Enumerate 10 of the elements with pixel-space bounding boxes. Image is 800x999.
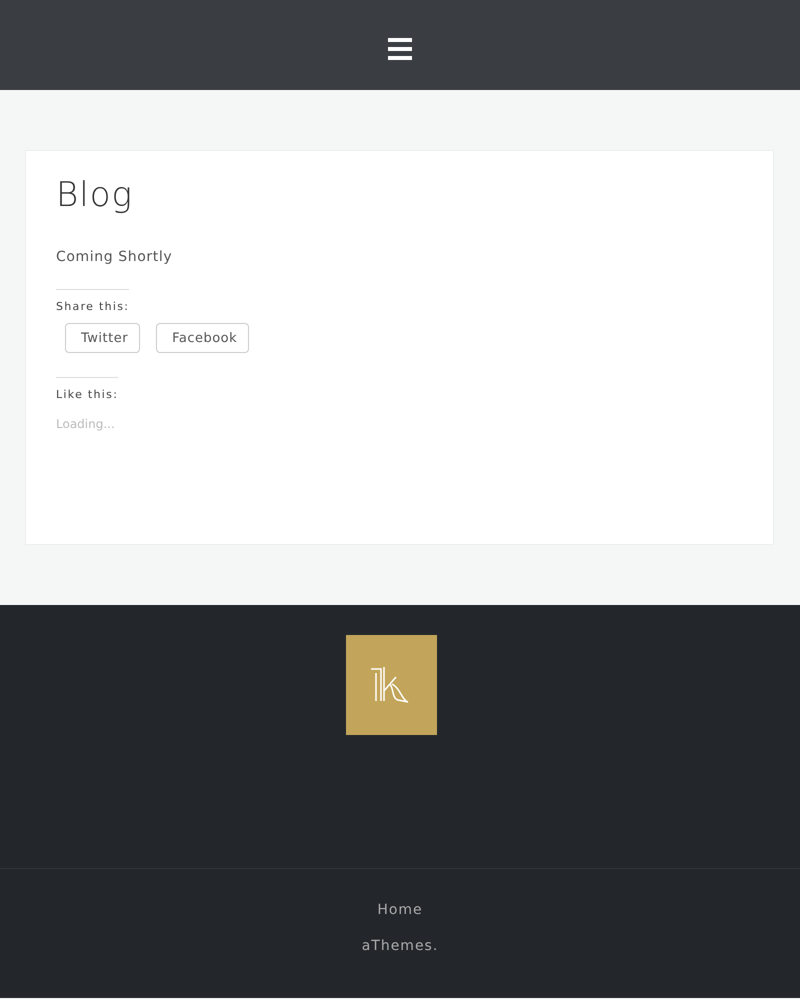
- loading-text: Loading...: [56, 417, 116, 431]
- like-heading: Like this:: [56, 377, 118, 401]
- share-heading: Share this:: [56, 289, 130, 313]
- share-button[interactable]: Twitter: [65, 323, 140, 353]
- credit-text: aThemes.: [362, 938, 438, 954]
- menu-button[interactable]: [388, 38, 412, 60]
- footer-link[interactable]: Home: [377, 902, 423, 918]
- post-text: Coming Shortly: [56, 249, 174, 265]
- share-button[interactable]: Facebook: [156, 323, 250, 353]
- post-title: Blog: [56, 175, 134, 215]
